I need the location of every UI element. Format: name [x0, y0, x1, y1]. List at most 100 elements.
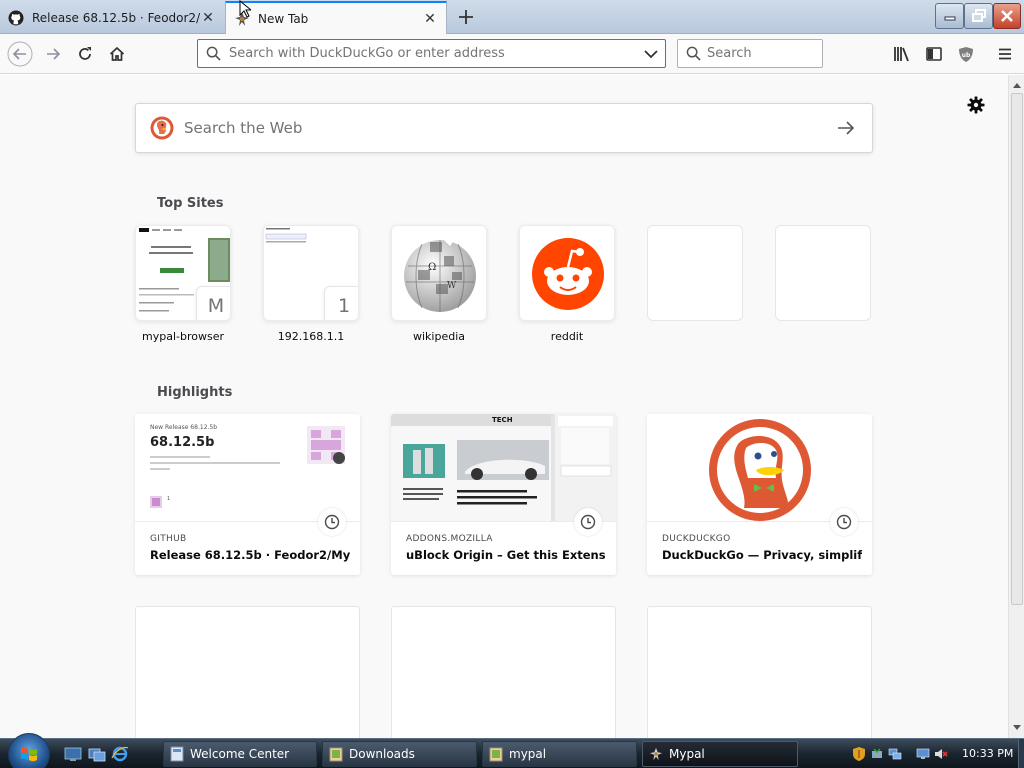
tab-github-release[interactable]: Release 68.12.5b · Feodor2/Myp ✕	[0, 1, 224, 34]
search-bar[interactable]	[677, 39, 823, 68]
library-icon	[894, 47, 909, 62]
ublock-origin-button[interactable]: ub	[952, 40, 980, 68]
preview-heading: New Release 68.12.5b	[150, 424, 218, 431]
forward-arrow-icon	[47, 48, 61, 60]
security-shield-icon[interactable]	[852, 747, 866, 761]
internet-explorer-icon[interactable]	[111, 746, 129, 762]
reload-button[interactable]	[71, 40, 99, 68]
welcome-center-icon	[170, 746, 184, 762]
highlight-source: GITHUB	[150, 534, 187, 544]
taskbar-item-welcome-center[interactable]: Welcome Center	[163, 741, 317, 767]
web-search-box[interactable]	[135, 103, 873, 153]
switch-windows-icon[interactable]	[88, 746, 106, 762]
top-site-placeholder	[775, 225, 871, 321]
system-clock[interactable]: 10:33 PM	[962, 747, 1013, 760]
top-site-tile[interactable]: 1 192.168.1.1	[263, 225, 359, 343]
top-site-tile[interactable]: reddit	[519, 225, 615, 343]
top-site-empty-slot	[775, 225, 871, 321]
show-desktop-icon[interactable]	[64, 746, 82, 762]
scroll-up-arrow-icon	[1013, 83, 1021, 88]
window-minimize-button[interactable]	[935, 3, 964, 29]
highlight-empty-slot	[391, 606, 616, 738]
home-icon	[109, 46, 125, 61]
taskbar-item-downloads[interactable]: Downloads	[322, 741, 477, 767]
page-scrollbar[interactable]	[1008, 75, 1024, 738]
home-button[interactable]	[103, 40, 131, 68]
volume-muted-icon[interactable]	[934, 747, 948, 761]
search-input[interactable]	[707, 46, 807, 61]
top-site-thumbnail: Ω W	[391, 225, 487, 321]
taskbar-item-mypal-folder[interactable]: mypal	[482, 741, 637, 767]
back-button[interactable]	[6, 40, 34, 68]
search-icon	[206, 46, 221, 61]
wikipedia-globe-icon: Ω W	[392, 226, 486, 320]
restore-icon	[971, 9, 986, 22]
taskbar-item-label: Downloads	[349, 747, 415, 761]
url-dropdown-button[interactable]	[637, 49, 665, 59]
scroll-down-button[interactable]	[1009, 720, 1024, 736]
tab-new-tab[interactable]: New Tab ✕	[225, 1, 447, 34]
folder-icon	[329, 747, 343, 762]
network-icon[interactable]	[888, 747, 902, 761]
visited-history-indicator	[318, 508, 346, 536]
url-bar[interactable]	[197, 39, 666, 68]
tech-article-screenshot	[391, 414, 616, 521]
tab-title: Release 68.12.5b · Feodor2/Myp	[32, 10, 200, 25]
new-tab-page: Top Sites M mypal-browser	[0, 75, 1008, 738]
new-tab-button[interactable]	[454, 5, 478, 29]
svg-text:Ω: Ω	[428, 262, 436, 273]
reload-icon	[79, 47, 91, 60]
web-search-submit-button[interactable]	[834, 116, 858, 140]
window-restore-button[interactable]	[964, 3, 993, 29]
svg-text:ub: ub	[962, 52, 971, 59]
preview-tag: TECH	[492, 416, 513, 424]
preview-version: 68.12.5b	[150, 435, 215, 450]
scroll-down-arrow-icon	[1013, 725, 1021, 730]
tab-close-icon[interactable]: ✕	[422, 11, 438, 27]
web-search-input[interactable]	[184, 119, 834, 137]
plus-icon	[459, 10, 473, 24]
top-site-thumbnail	[519, 225, 615, 321]
reddit-logo-icon	[520, 226, 614, 320]
window-close-button[interactable]	[993, 3, 1021, 29]
app-menu-button[interactable]	[991, 40, 1019, 68]
scrollbar-thumb[interactable]	[1011, 93, 1023, 605]
highlight-preview	[647, 414, 872, 522]
navigation-toolbar: ub	[0, 34, 1024, 74]
mouse-cursor-icon	[239, 0, 251, 18]
gear-icon	[967, 96, 985, 114]
search-icon	[686, 46, 701, 61]
sidebar-button[interactable]	[920, 40, 948, 68]
taskbar-item-label: Mypal	[669, 747, 705, 761]
highlight-preview: New Release 68.12.5b 68.12.5b 1	[135, 414, 360, 522]
clock-icon	[836, 514, 852, 530]
highlight-card[interactable]: DUCKDUCKGO DuckDuckGo — Privacy, simplif…	[647, 414, 872, 575]
display-icon[interactable]	[916, 747, 930, 761]
top-site-label: reddit	[550, 330, 584, 343]
url-input[interactable]	[229, 46, 637, 61]
customize-button[interactable]	[966, 95, 986, 115]
highlight-empty-slot	[647, 606, 872, 738]
library-button[interactable]	[888, 40, 916, 68]
highlight-source: DUCKDUCKGO	[662, 534, 731, 544]
safely-remove-hardware-icon[interactable]	[870, 747, 884, 761]
show-desktop-strip[interactable]	[1018, 739, 1024, 768]
highlight-card[interactable]: New Release 68.12.5b 68.12.5b 1 GITHUB R…	[135, 414, 360, 575]
top-site-label: 192.168.1.1	[277, 330, 345, 343]
taskbar-item-mypal-browser[interactable]: Mypal	[642, 741, 798, 767]
top-site-tile[interactable]: M mypal-browser	[135, 225, 231, 343]
start-button[interactable]	[8, 733, 50, 768]
highlight-title: Release 68.12.5b · Feodor2/Myp...	[150, 548, 350, 562]
ublock-shield-icon: ub	[959, 46, 973, 62]
top-site-thumbnail: 1	[263, 225, 359, 321]
contributor-avatar-icon	[150, 496, 162, 508]
top-site-badge: M	[196, 286, 230, 320]
highlight-card[interactable]: TECH ADDONS.MOZILLA uBlock Origin – Get …	[391, 414, 616, 575]
scroll-up-button[interactable]	[1009, 77, 1024, 93]
preview-contributor-count: 1	[167, 496, 171, 502]
sidebar-icon	[926, 47, 942, 61]
hamburger-menu-icon	[999, 48, 1011, 60]
top-site-tile[interactable]: Ω W wikipedia	[391, 225, 487, 343]
tab-close-icon[interactable]: ✕	[200, 10, 216, 26]
forward-button[interactable]	[39, 40, 67, 68]
